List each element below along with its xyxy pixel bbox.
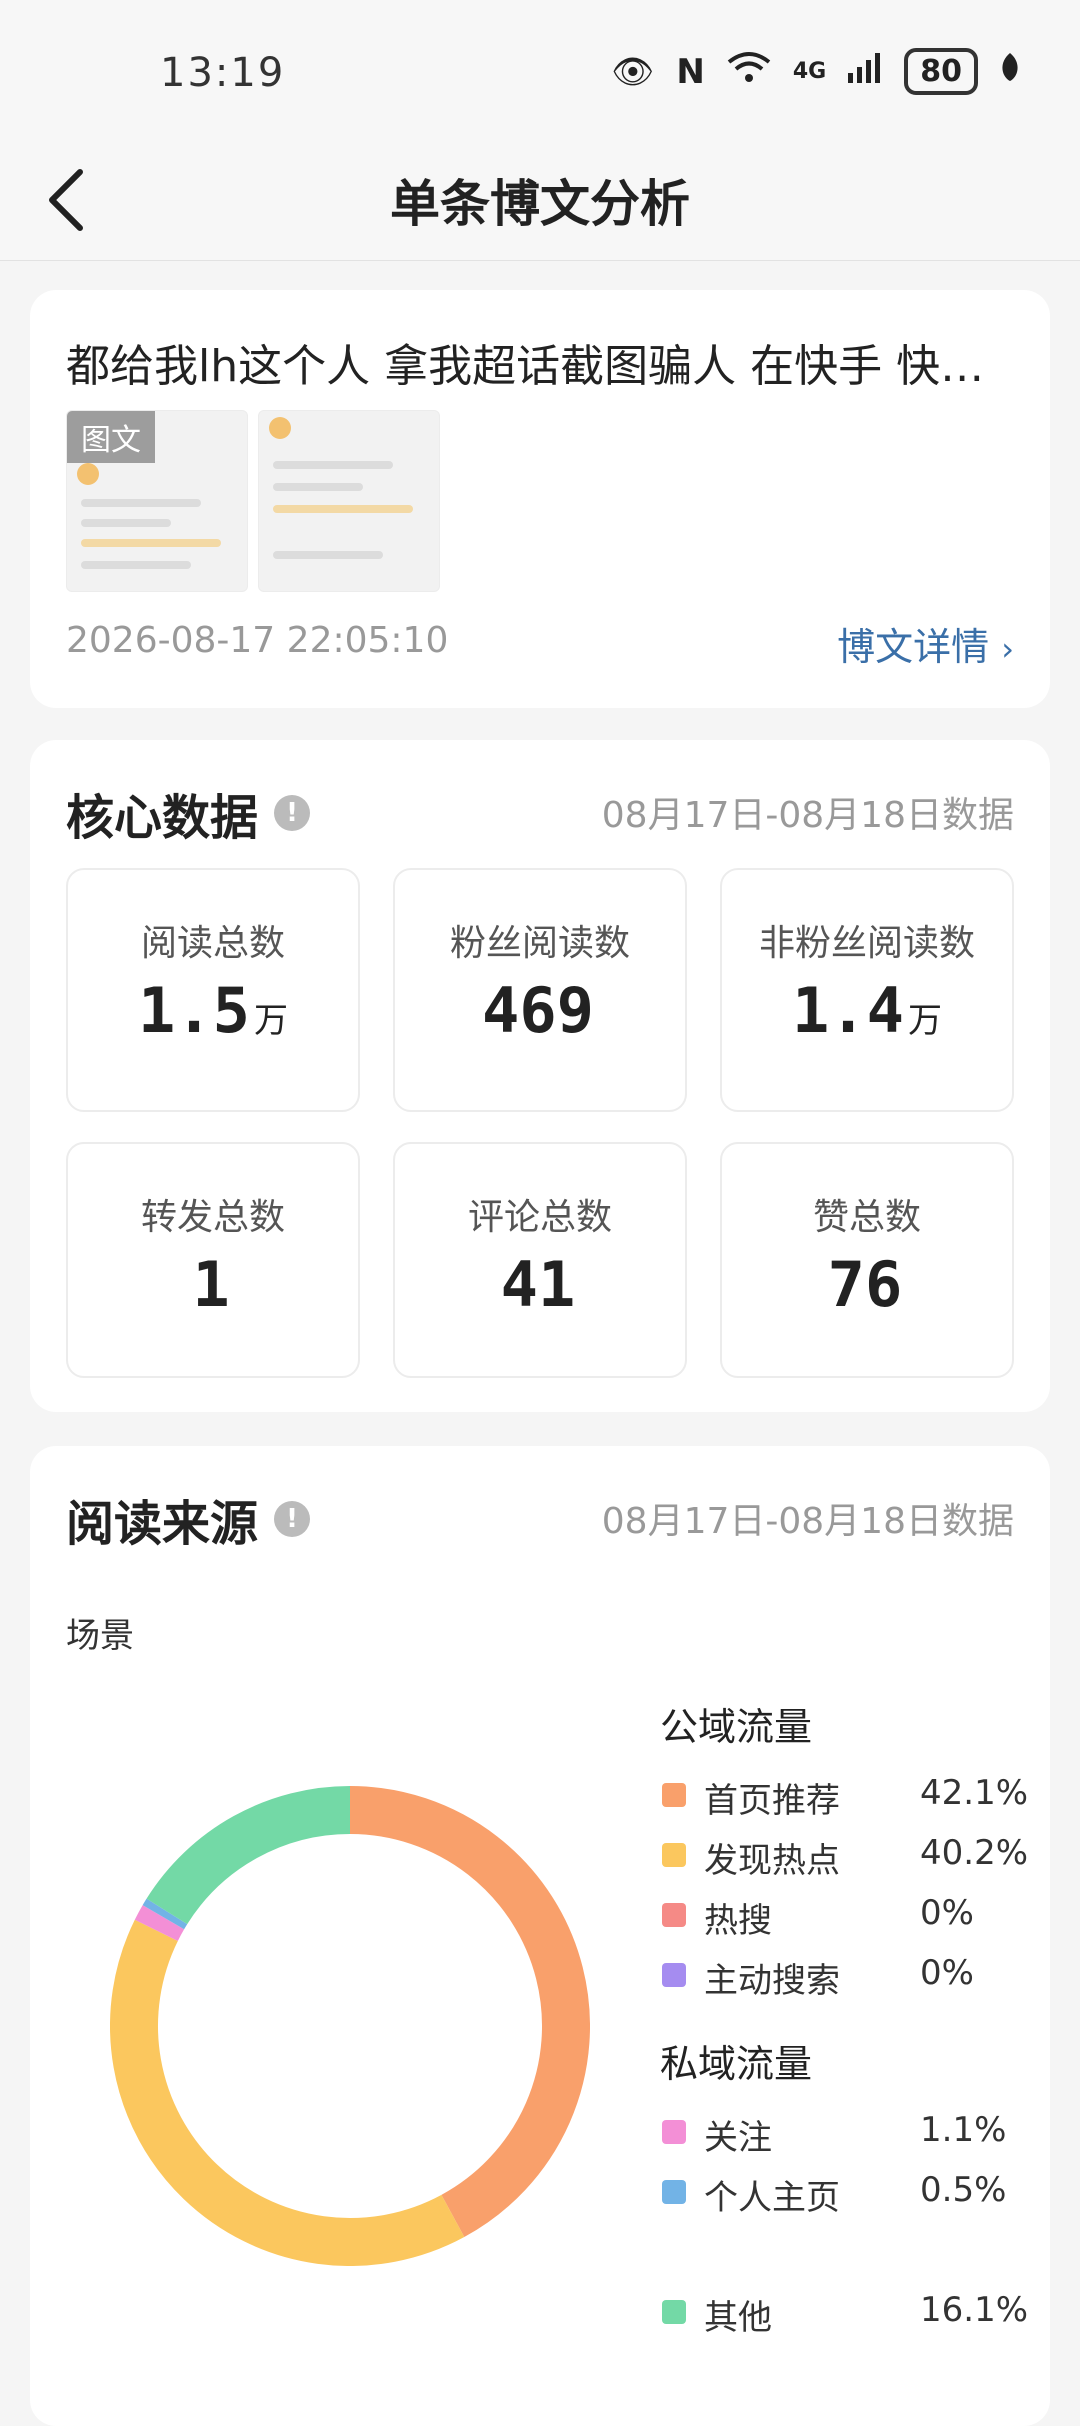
wifi-icon [727,50,771,93]
legend-group-private: 私域流量 [660,2042,813,2086]
donut-slice-首页推荐 [349,1786,590,2238]
status-bar: 13:19 👁 N 4G 80 [0,0,1080,140]
legend-swatch [662,1843,686,1867]
stat-label: 粉丝阅读数 [449,923,630,964]
read-source-card: 阅读来源 ! 08月17日-08月18日数据 场景 公域流量 首页推荐 42.1… [30,1446,1050,2426]
core-data-card: 核心数据 ! 08月17日-08月18日数据 阅读总数 1.5 万 粉丝阅读数 4… [30,740,1050,1412]
legend-item: 热搜 0% [660,1885,1040,1945]
post-thumbnail-1[interactable]: 图文 [66,410,248,592]
scene-label: 场景 [66,1616,134,1656]
chart-legend: 公域流量 首页推荐 42.1% 发现热点 40.2% 热搜 0% 主动搜索 0%… [660,1696,1040,2342]
read-source-title-text: 阅读来源 [66,1496,259,1552]
post-thumbnail-2[interactable] [258,410,440,592]
stat-value: 1.4 万 [792,974,942,1047]
stat-value: 1.5 万 [138,974,288,1047]
stat-label: 阅读总数 [140,923,285,964]
stat-label: 评论总数 [467,1197,612,1238]
read-source-title: 阅读来源 ! [66,1484,311,1554]
stat-value: 76 [827,1248,903,1321]
network-icon: 4G [792,59,827,84]
stat-value: 41 [500,1248,576,1321]
core-data-title: 核心数据 ! [66,778,311,848]
legend-item: 其他 16.1% [660,2282,1040,2342]
donut-slice-其他 [146,1786,351,1925]
signal-icon [848,51,882,92]
core-data-title-text: 核心数据 [66,790,259,846]
legend-item: 首页推荐 42.1% [660,1765,1040,1825]
post-card[interactable]: 都给我lh这个人 拿我超话截图骗人 在快手 快… 图文 2026-08-17 2… [30,290,1050,708]
post-title[interactable]: 都给我lh这个人 拿我超话截图骗人 在快手 快… [66,330,1026,394]
read-source-donut-chart [110,1786,590,2266]
legend-item: 关注 1.1% [660,2102,1040,2162]
stat-fan-reads: 粉丝阅读数 469 [393,868,687,1112]
legend-swatch [662,1903,686,1927]
legend-item: 个人主页 0.5% [660,2162,1040,2222]
stat-nonfan-reads: 非粉丝阅读数 1.4 万 [720,868,1014,1112]
legend-swatch [662,2300,686,2324]
core-date-range: 08月17日-08月18日数据 [601,795,1014,836]
status-time: 13:19 [160,50,286,96]
status-icons: 👁 N 4G 80 [611,48,1020,95]
source-date-range: 08月17日-08月18日数据 [601,1501,1014,1542]
stat-total-comments: 评论总数 41 [393,1142,687,1378]
stat-total-reads: 阅读总数 1.5 万 [66,868,360,1112]
info-icon[interactable]: ! [274,1501,311,1537]
legend-group-public: 公域流量 [660,1705,813,1749]
donut-slice-个人主页 [142,1898,188,1930]
stat-label: 转发总数 [140,1197,285,1238]
leaf-icon [1000,51,1020,92]
battery-icon: 80 [904,48,978,95]
donut-slice-关注 [134,1905,185,1942]
nfc-icon: N [676,51,705,92]
stat-value: 1 [192,1248,230,1321]
stat-total-likes: 赞总数 76 [720,1142,1014,1378]
image-text-badge: 图文 [67,411,155,463]
stat-label: 赞总数 [812,1197,921,1238]
post-detail-label: 博文详情 [837,625,990,669]
page-title: 单条博文分析 [390,175,690,233]
legend-swatch [662,2120,686,2144]
post-date: 2026-08-17 22:05:10 [66,620,449,661]
legend-swatch [662,2180,686,2204]
stat-total-reposts: 转发总数 1 [66,1142,360,1378]
stat-label: 非粉丝阅读数 [758,923,975,964]
info-icon[interactable]: ! [274,795,311,831]
legend-swatch [662,1783,686,1807]
donut-slice-发现热点 [110,1919,465,2266]
eye-icon: 👁 [611,51,655,92]
legend-item: 主动搜索 0% [660,1945,1040,2005]
legend-item: 发现热点 40.2% [660,1825,1040,1885]
legend-swatch [662,1963,686,1987]
chevron-right-icon: › [1001,630,1014,668]
post-detail-link[interactable]: 博文详情 › [837,616,1014,671]
stat-value: 469 [482,974,594,1047]
nav-bar: 单条博文分析 [0,140,1080,261]
